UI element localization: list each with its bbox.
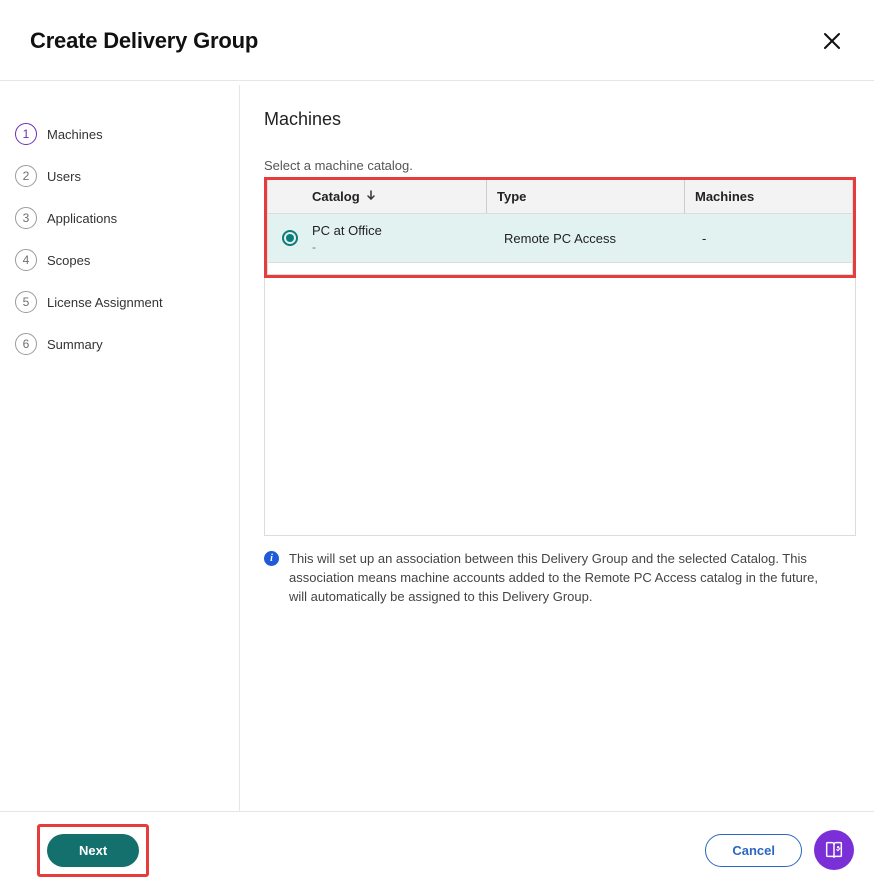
step-label: Machines (47, 127, 103, 142)
step-label: Summary (47, 337, 103, 352)
row-catalog-cell: PC at Office - (312, 223, 486, 254)
step-label: License Assignment (47, 295, 163, 310)
table-empty-row (267, 263, 853, 275)
col-type[interactable]: Type (486, 180, 684, 213)
wizard-step-scopes[interactable]: 4 Scopes (15, 239, 239, 281)
wizard-step-machines[interactable]: 1 Machines (15, 113, 239, 155)
sort-down-icon (365, 189, 377, 204)
wizard-step-summary[interactable]: 6 Summary (15, 323, 239, 365)
wizard-step-users[interactable]: 2 Users (15, 155, 239, 197)
table-row[interactable]: PC at Office -Remote PC Access- (268, 214, 852, 262)
info-text: This will set up an association between … (289, 550, 836, 607)
step-number-icon: 1 (15, 123, 37, 145)
col-catalog[interactable]: Catalog (268, 180, 486, 213)
panel-title: Machines (264, 109, 856, 130)
col-catalog-label: Catalog (312, 189, 360, 204)
col-type-label: Type (497, 189, 526, 204)
wizard-step-license-assignment[interactable]: 5 License Assignment (15, 281, 239, 323)
step-number-icon: 3 (15, 207, 37, 229)
next-button[interactable]: Next (47, 834, 139, 867)
info-note: i This will set up an association betwee… (264, 550, 856, 607)
catalog-radio[interactable] (282, 230, 298, 246)
row-type-cell: Remote PC Access (486, 231, 684, 246)
step-number-icon: 2 (15, 165, 37, 187)
col-machines-label: Machines (695, 189, 754, 204)
catalog-sub: - (312, 240, 486, 254)
table-body: PC at Office -Remote PC Access- (267, 214, 853, 263)
table-header: Catalog Type Machines (267, 180, 853, 214)
info-icon: i (264, 551, 279, 566)
close-icon[interactable] (820, 29, 844, 53)
dialog-title: Create Delivery Group (30, 28, 258, 54)
dialog-footer: Next Cancel (0, 811, 874, 888)
row-machines-cell: - (684, 231, 852, 246)
main-panel: Machines Select a machine catalog. Catal… (240, 85, 874, 811)
col-machines[interactable]: Machines (684, 180, 852, 213)
help-fab-icon[interactable] (814, 830, 854, 870)
step-label: Applications (47, 211, 117, 226)
catalog-table: Catalog Type Machines PC at Off (267, 180, 853, 263)
step-label: Scopes (47, 253, 90, 268)
dialog-header: Create Delivery Group (0, 0, 874, 81)
row-radio-cell (268, 230, 312, 246)
cancel-button[interactable]: Cancel (705, 834, 802, 867)
step-number-icon: 6 (15, 333, 37, 355)
step-number-icon: 5 (15, 291, 37, 313)
catalog-selection-highlight: Catalog Type Machines PC at Off (264, 177, 856, 278)
step-label: Users (47, 169, 81, 184)
wizard-sidebar: 1 Machines 2 Users 3 Applications 4 Scopes 5 Lice… (0, 85, 240, 811)
instruction-text: Select a machine catalog. (264, 158, 856, 173)
table-spacer (264, 278, 856, 536)
next-button-highlight: Next (37, 824, 149, 877)
wizard-step-applications[interactable]: 3 Applications (15, 197, 239, 239)
catalog-name: PC at Office (312, 223, 486, 238)
step-number-icon: 4 (15, 249, 37, 271)
